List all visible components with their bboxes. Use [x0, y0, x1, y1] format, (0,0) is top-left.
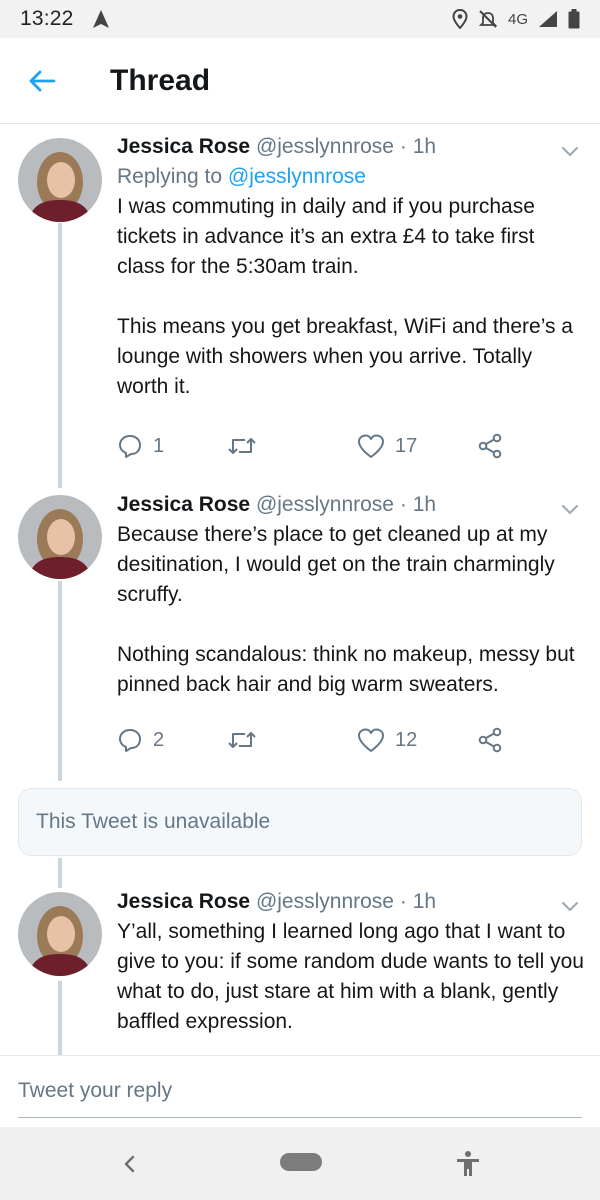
chevron-down-icon[interactable]: [558, 497, 582, 521]
status-bar: 13:22 4G: [0, 0, 600, 38]
like-count: 17: [395, 434, 418, 457]
app-header: Thread: [0, 38, 600, 124]
tweet-time: 1h: [412, 890, 437, 913]
avatar[interactable]: [18, 892, 102, 976]
author-handle[interactable]: @jesslynnrose: [256, 135, 394, 158]
nav-home-pill[interactable]: [280, 1153, 322, 1171]
share-button[interactable]: [477, 727, 503, 753]
system-nav-bar: [0, 1127, 600, 1200]
replying-to: Replying to @jesslynnrose: [117, 162, 587, 192]
tweet-actions: 1 17: [117, 431, 557, 461]
replying-to-mention[interactable]: @jesslynnrose: [228, 165, 366, 188]
author-name[interactable]: Jessica Rose: [117, 890, 250, 913]
avatar[interactable]: [18, 495, 102, 579]
replying-to-prefix: Replying to: [117, 165, 223, 188]
unavailable-tweet-card: This Tweet is unavailable: [18, 788, 582, 856]
do-not-disturb-icon: [478, 10, 498, 28]
tweet-text: Y’all, something I learned long ago that…: [117, 920, 590, 1033]
reply-composer: [0, 1055, 600, 1127]
like-button[interactable]: 17: [357, 433, 417, 459]
thread-connector-line: [58, 581, 62, 781]
tweet-text: Because there’s place to get cleaned up …: [117, 523, 575, 696]
share-button[interactable]: [477, 433, 503, 459]
reply-icon: [119, 729, 141, 752]
retweet-button[interactable]: [227, 434, 257, 458]
like-count: 12: [395, 728, 418, 751]
tweet-time: 1h: [412, 135, 437, 158]
tweet-header: Jessica Rose @jesslynnrose · 1h: [117, 132, 587, 162]
reply-button[interactable]: 2: [117, 727, 164, 753]
signal-icon: [539, 11, 557, 27]
thread-connector-line: [58, 981, 62, 1055]
like-button[interactable]: 12: [357, 727, 417, 753]
status-time: 13:22: [20, 7, 74, 30]
reply-count: 1: [153, 434, 165, 457]
tweet-header: Jessica Rose @jesslynnrose · 1h: [117, 887, 587, 917]
navigation-arrow-icon: [92, 10, 109, 28]
share-icon: [478, 727, 502, 753]
reply-button[interactable]: 1: [117, 433, 164, 459]
network-label: 4G: [507, 10, 528, 28]
thread-connector-line: [58, 858, 62, 888]
author-handle[interactable]: @jesslynnrose: [256, 890, 394, 913]
nav-back-icon[interactable]: [115, 1149, 145, 1179]
avatar[interactable]: [18, 138, 102, 222]
reply-icon: [119, 435, 141, 458]
meta-dot: ·: [399, 890, 407, 913]
chevron-down-icon[interactable]: [558, 139, 582, 163]
heart-icon: [358, 434, 384, 458]
thread-connector-line: [58, 223, 62, 488]
tweet-time: 1h: [412, 493, 437, 516]
reply-input[interactable]: [18, 1074, 582, 1118]
meta-dot: ·: [399, 493, 407, 516]
back-arrow-icon: [29, 70, 56, 91]
author-handle[interactable]: @jesslynnrose: [256, 493, 394, 516]
retweet-icon: [228, 732, 256, 748]
meta-dot: ·: [399, 135, 407, 158]
tweet-actions: 2 12: [117, 725, 557, 755]
retweet-button[interactable]: [227, 728, 257, 752]
author-name[interactable]: Jessica Rose: [117, 135, 250, 158]
accessibility-icon[interactable]: [453, 1149, 483, 1179]
chevron-down-icon[interactable]: [558, 894, 582, 918]
battery-icon: [568, 9, 580, 29]
tweet-header: Jessica Rose @jesslynnrose · 1h: [117, 490, 587, 520]
back-button[interactable]: [12, 51, 72, 111]
page-title: Thread: [110, 63, 211, 97]
reply-count: 2: [153, 728, 165, 751]
heart-icon: [358, 728, 384, 752]
location-pin-icon: [452, 9, 468, 29]
author-name[interactable]: Jessica Rose: [117, 493, 250, 516]
thread-list[interactable]: Jessica Rose @jesslynnrose · 1h Replying…: [0, 125, 600, 1055]
tweet-text: I was commuting in daily and if you purc…: [117, 195, 573, 398]
retweet-icon: [228, 438, 256, 454]
share-icon: [478, 433, 502, 459]
